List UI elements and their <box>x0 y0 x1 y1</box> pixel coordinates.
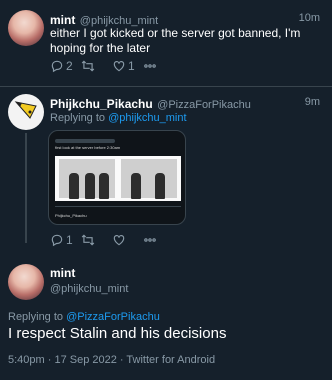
reply-button[interactable]: 1 <box>50 233 81 247</box>
more-icon <box>144 238 156 242</box>
like-icon <box>113 235 125 246</box>
photo-figure <box>99 173 109 199</box>
pikachu-avatar-icon <box>14 101 37 119</box>
photo-figure <box>155 173 165 199</box>
reply-count: 2 <box>66 59 73 73</box>
media-caption: first look at the server before 2:30am <box>55 145 121 150</box>
like-count: 1 <box>128 59 135 73</box>
media-thumbnail[interactable]: first look at the server before 2:30am P… <box>48 130 186 225</box>
reply-button[interactable]: 2 <box>50 59 81 73</box>
photo-figure <box>69 173 79 199</box>
more-icon <box>144 64 156 68</box>
user-name[interactable]: mint <box>50 13 75 27</box>
replying-label: Replying to <box>50 112 106 124</box>
media-photo <box>55 156 181 201</box>
like-icon <box>113 61 125 72</box>
retweet-button[interactable] <box>81 59 112 73</box>
tweet-meta: 5:40pm · 17 Sep 2022 · Twitter for Andro… <box>8 354 216 366</box>
media-header <box>55 139 115 143</box>
thread-line <box>25 133 27 243</box>
avatar[interactable] <box>8 94 44 130</box>
replying-to-link[interactable]: @phijkchu_mint <box>108 112 186 124</box>
avatar[interactable] <box>8 10 44 46</box>
tweet-text: either I got kicked or the server got ba… <box>50 26 301 55</box>
tweet-time[interactable]: 10m <box>299 12 320 24</box>
retweet-button[interactable] <box>81 233 112 247</box>
retweet-icon <box>81 234 95 246</box>
user-name[interactable]: mint <box>50 266 75 280</box>
photo-panel <box>121 159 177 198</box>
retweet-icon <box>81 60 95 72</box>
reply-count: 1 <box>66 233 73 247</box>
tweet-text: I respect Stalin and his decisions <box>8 325 227 342</box>
media-footer <box>55 206 181 212</box>
media-user: Phijkchu_Pikachu <box>55 213 87 218</box>
tweet-time[interactable]: 9m <box>305 96 320 108</box>
photo-figure <box>85 173 95 199</box>
reply-icon <box>51 60 63 73</box>
more-button[interactable] <box>143 233 174 247</box>
replying-to-link[interactable]: @PizzaForPikachu <box>66 311 160 323</box>
user-name[interactable]: Phijkchu_Pikachu <box>50 97 153 111</box>
tweet-2[interactable]: Phijkchu_Pikachu @PizzaForPikachu 9m Rep… <box>0 87 332 251</box>
like-button[interactable] <box>112 233 143 247</box>
photo-figure <box>131 173 141 199</box>
replying-label: Replying to <box>8 311 64 323</box>
more-button[interactable] <box>143 59 174 73</box>
tweet-1[interactable]: mint @phijkchu_mint 10m either I got kic… <box>0 0 332 86</box>
reply-icon <box>51 234 63 247</box>
avatar[interactable] <box>8 264 44 300</box>
like-button[interactable]: 1 <box>112 59 143 73</box>
user-handle: @PizzaForPikachu <box>157 99 251 111</box>
main-tweet: mint @phijkchu_mint Replying to @PizzaFo… <box>0 252 332 380</box>
user-handle: @phijkchu_mint <box>50 283 129 295</box>
